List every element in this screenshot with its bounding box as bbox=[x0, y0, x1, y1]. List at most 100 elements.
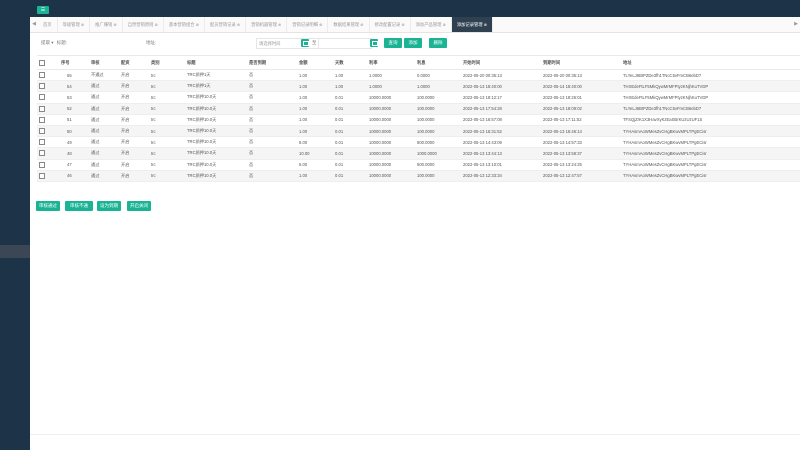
menu-toggle-button[interactable]: ☰ bbox=[37, 6, 49, 14]
reject-button[interactable]: 审核不通过 bbox=[65, 201, 93, 218]
table-row[interactable]: 46 通过 开启 trc TRC质押10.0天否 1.00 0.01 10000.0000 10… bbox=[37, 170, 800, 182]
tab-item[interactable]: 修改配置记录⊗ bbox=[370, 17, 411, 32]
row-checkbox[interactable] bbox=[39, 105, 45, 112]
column-header: 配资 bbox=[119, 55, 149, 70]
cell-amount: 8.00 bbox=[297, 136, 333, 149]
table-row[interactable]: 53 通过 开启 trc TRC质押10.0天否 1.00 0.01 10000.0000 10… bbox=[37, 91, 800, 104]
row-checkbox[interactable] bbox=[39, 83, 45, 90]
cell-start: 2022-05-13 18:12:17 bbox=[461, 91, 541, 104]
to-label: 至 bbox=[312, 40, 317, 45]
cell-type: 开启 bbox=[119, 147, 149, 160]
cell-days: 1.00 bbox=[333, 69, 367, 82]
close-icon[interactable]: ⊗ bbox=[484, 22, 487, 27]
close-icon[interactable]: ⊗ bbox=[278, 22, 281, 27]
row-checkbox[interactable] bbox=[39, 116, 45, 123]
row-checkbox[interactable] bbox=[39, 94, 45, 101]
tab-item[interactable]: 营销记录明细⊗ bbox=[287, 17, 329, 32]
calendar-icon[interactable] bbox=[301, 39, 309, 47]
tab-label: 数据结果管理 bbox=[333, 22, 360, 27]
toggle-button[interactable]: 开启关闭 bbox=[127, 201, 151, 211]
close-icon[interactable]: ⊗ bbox=[442, 22, 445, 27]
cell-expired: 否 bbox=[247, 91, 297, 104]
table-row[interactable]: 50 通过 开启 trc TRC质押10.0天否 1.00 0.01 10000.0000 10… bbox=[37, 125, 800, 138]
cell-amount: 1.00 bbox=[297, 114, 333, 126]
cell-interest: 100.0000 bbox=[415, 170, 461, 182]
tab-item[interactable]: 推广赚钱⊗ bbox=[90, 17, 123, 32]
cell-expired: 否 bbox=[247, 80, 297, 93]
sidebar-active-item[interactable] bbox=[0, 245, 30, 258]
table-row[interactable]: 49 通过 开启 trc TRC质押10.0天否 8.00 0.01 10000.0000 80… bbox=[37, 136, 800, 149]
table-row[interactable]: 48 通过 开启 trc TRC质押10.0天否 10.00 0.01 10000.0000 1… bbox=[37, 147, 800, 160]
tab-label: 基本营销组合 bbox=[168, 22, 195, 27]
tab-item[interactable]: 配员营销记录⊗ bbox=[205, 17, 247, 32]
column-header: 审核 bbox=[89, 55, 119, 70]
calendar-icon[interactable] bbox=[370, 39, 378, 47]
close-icon[interactable]: ⊗ bbox=[196, 22, 199, 27]
cell-addr: TYHAsmAoWMesZvCHgBKwvMPLTPgECisr bbox=[621, 136, 800, 149]
tab-item[interactable]: 数据结果管理⊗ bbox=[328, 17, 370, 32]
close-icon[interactable]: ⊗ bbox=[401, 22, 404, 27]
table-row[interactable]: 47 通过 开启 trc TRC质押10.0天否 5.00 0.01 10000.0000 50… bbox=[37, 159, 800, 171]
tab-item[interactable]: 首页 bbox=[38, 17, 58, 32]
row-checkbox[interactable] bbox=[39, 72, 45, 79]
close-icon[interactable]: ⊗ bbox=[237, 22, 240, 27]
tab-next-icon[interactable]: ▶ bbox=[792, 17, 800, 32]
table-row[interactable]: 54 通过 开启 trc TRC质押1天否 1.00 1.00 1.0000 1.0000 202… bbox=[37, 80, 800, 93]
table-row[interactable]: 51 通过 开启 trc TRC质押10.0天否 1.00 0.01 10000.0000 10… bbox=[37, 114, 800, 126]
cell-expired: 否 bbox=[247, 136, 297, 149]
tab-item[interactable]: 基本营销组合⊗ bbox=[164, 17, 205, 32]
row-checkbox[interactable] bbox=[39, 172, 45, 179]
row-select-cell bbox=[37, 103, 59, 115]
tab-label: 营销记录明细 bbox=[292, 22, 319, 27]
row-checkbox[interactable] bbox=[39, 150, 45, 157]
close-icon[interactable]: ⊗ bbox=[113, 22, 116, 27]
cell-type: 开启 bbox=[119, 159, 149, 171]
cell-id: 50 bbox=[59, 125, 89, 138]
close-icon[interactable]: ⊗ bbox=[81, 22, 84, 27]
cell-expired: 否 bbox=[247, 114, 297, 126]
approve-button[interactable]: 审核通过 bbox=[36, 201, 60, 211]
row-checkbox[interactable] bbox=[39, 139, 45, 146]
cell-id: 53 bbox=[59, 91, 89, 104]
cell-id: 48 bbox=[59, 147, 89, 160]
search-button[interactable]: 查询 bbox=[384, 38, 402, 48]
tab-item[interactable]: 自然营销原则⊗ bbox=[123, 17, 164, 32]
cell-rate: 1.0000 bbox=[367, 80, 415, 93]
set-expired-button[interactable]: 设为到期 bbox=[97, 201, 121, 211]
cell-type: 开启 bbox=[119, 69, 149, 82]
tab-item[interactable]: 添加记录管理⊗ bbox=[451, 17, 493, 32]
tab-label: 营销机器管理 bbox=[251, 22, 277, 27]
cell-id: 49 bbox=[59, 136, 89, 149]
row-checkbox[interactable] bbox=[39, 161, 45, 168]
close-icon[interactable]: ⊗ bbox=[154, 22, 157, 27]
row-select-cell bbox=[37, 136, 59, 149]
tab-item[interactable]: 营销机器管理⊗ bbox=[246, 17, 288, 32]
end-time-input[interactable] bbox=[318, 38, 372, 49]
table-row[interactable]: 52 通过 开启 trc TRC质押10.0天否 1.00 0.01 10000.0000 10… bbox=[37, 103, 800, 115]
tab-label: 添加产品管理 bbox=[415, 22, 442, 27]
cell-id: 51 bbox=[59, 114, 89, 126]
close-icon[interactable]: ⊗ bbox=[319, 22, 322, 27]
tab-label: 配员营销记录 bbox=[209, 22, 236, 27]
column-header: 利息 bbox=[415, 55, 461, 70]
table-row[interactable]: 55 不通过 开启 trc TRC质押1天否 1.00 1.00 1.0000 0.0000 20… bbox=[37, 69, 800, 82]
column-header: 序号 bbox=[59, 55, 89, 70]
cell-interest: 100.0000 bbox=[415, 91, 461, 104]
cell-addr: THXEdeFtLF5MkQywMrMFPtyzKNjhKuTVDP bbox=[621, 91, 800, 104]
tab-prev-icon[interactable]: ◀ bbox=[30, 17, 38, 32]
cell-status: 通过 bbox=[89, 147, 119, 160]
row-checkbox[interactable] bbox=[39, 128, 45, 135]
delete-button[interactable]: 删除 bbox=[429, 38, 447, 48]
cell-expired: 否 bbox=[247, 159, 297, 171]
tab-item[interactable]: 添加产品管理⊗ bbox=[411, 17, 452, 32]
cell-amount: 1.00 bbox=[297, 103, 333, 115]
search-type-select[interactable]: 提取 ▾ 标题: bbox=[38, 38, 70, 48]
add-button[interactable]: 添加 bbox=[404, 38, 422, 48]
tab-item[interactable]: 等级管理⊗ bbox=[58, 17, 91, 32]
cell-interest: 500.0000 bbox=[415, 159, 461, 171]
sidebar bbox=[0, 17, 30, 450]
select-all-checkbox[interactable] bbox=[39, 59, 45, 66]
close-icon[interactable]: ⊗ bbox=[360, 22, 363, 27]
cell-rate: 10000.0000 bbox=[367, 136, 415, 149]
column-header: 天数 bbox=[333, 55, 367, 70]
